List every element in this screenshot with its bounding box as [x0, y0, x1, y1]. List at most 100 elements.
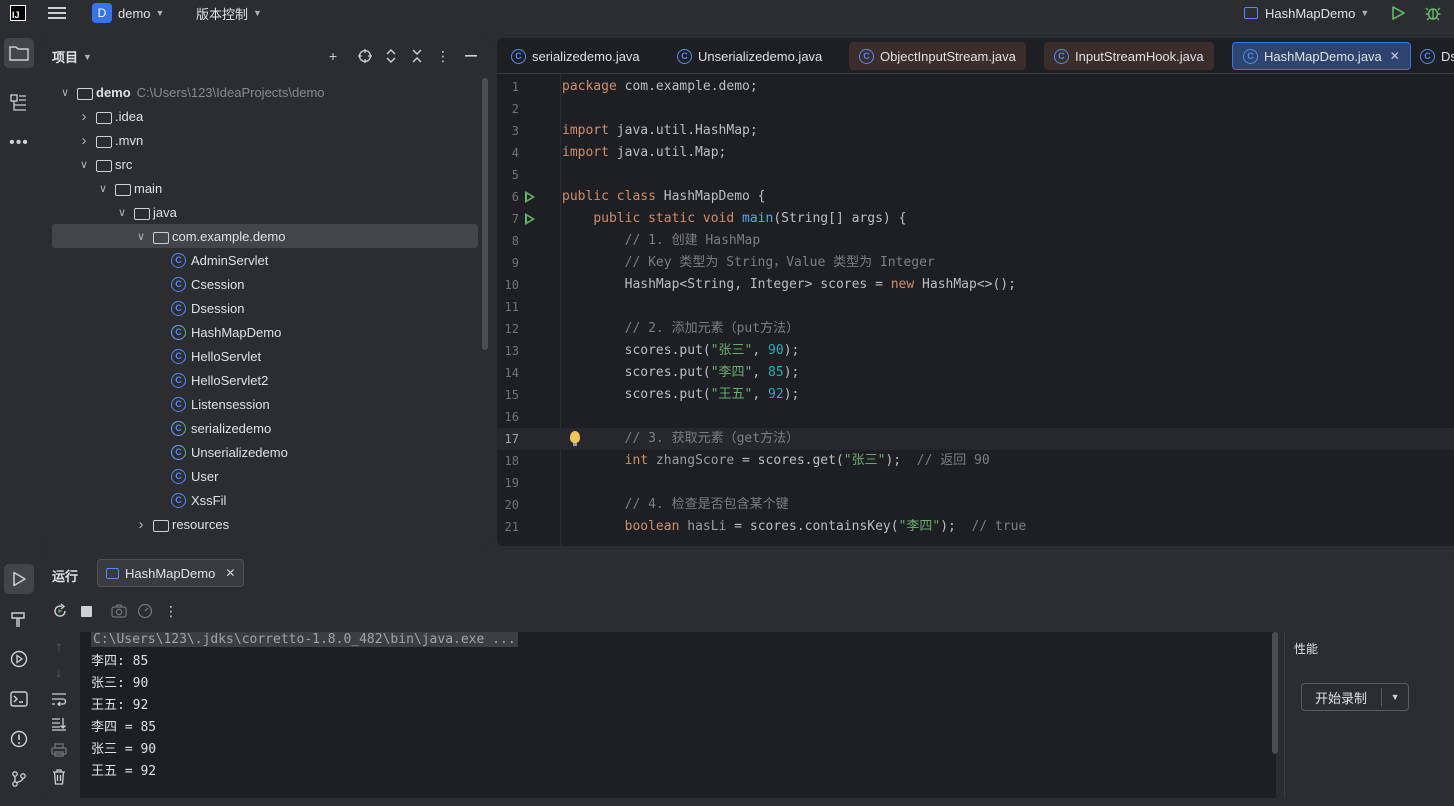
- tree-item[interactable]: C Listensession: [52, 392, 478, 416]
- project-view-selector[interactable]: 项目 ▼: [52, 47, 92, 66]
- tree-item[interactable]: C User: [52, 464, 478, 488]
- dump-threads-button[interactable]: [109, 601, 129, 621]
- module-path-hint: C:\Users\123\IdeaProjects\demo: [136, 84, 325, 100]
- project-badge: D: [92, 3, 112, 23]
- main-menu-button[interactable]: [48, 0, 66, 26]
- start-recording-button[interactable]: 开始录制 ▼: [1301, 683, 1409, 711]
- clear-console-button[interactable]: [49, 767, 69, 787]
- trash-icon: [53, 769, 65, 785]
- hamburger-icon: [48, 7, 66, 19]
- tree-item[interactable]: C HelloServlet2: [52, 368, 478, 392]
- more-icon: •••: [9, 134, 29, 151]
- class-icon: C: [1054, 48, 1069, 64]
- collapse-all-button[interactable]: [407, 46, 427, 66]
- code-text: int zhangScore = scores.get("张三"); // 返回…: [624, 453, 990, 468]
- tree-item[interactable]: › resources: [52, 512, 478, 536]
- tree-item[interactable]: Cserializedemo: [52, 416, 478, 440]
- chevron-down-icon[interactable]: ∨: [115, 206, 129, 219]
- tree-item[interactable]: C Unserializedemo: [52, 440, 478, 464]
- project-switcher[interactable]: D demo ▼: [92, 0, 164, 26]
- run-tab-label: HashMapDemo: [125, 565, 216, 581]
- tree-item[interactable]: C XssFil: [52, 488, 478, 512]
- run-tab-hashmapdemo[interactable]: HashMapDemo ✕: [97, 559, 245, 587]
- chevron-right-icon[interactable]: ›: [134, 516, 148, 533]
- run-gutter-icon[interactable]: [525, 191, 535, 203]
- locate-file-button[interactable]: [355, 46, 375, 66]
- rerun-button[interactable]: [50, 601, 70, 621]
- tree-item[interactable]: ∨ com.example.demo: [52, 224, 478, 248]
- line-number: 4: [511, 146, 519, 160]
- code-line: 9 // Key 类型为 String，Value 类型为 Integer: [497, 252, 1454, 274]
- chevron-down-icon[interactable]: ∨: [77, 158, 91, 171]
- tree-item[interactable]: ∨ src: [52, 152, 478, 176]
- chevron-down-icon[interactable]: ∨: [96, 182, 110, 195]
- tree-item[interactable]: C Csession: [52, 272, 478, 296]
- more-options-button[interactable]: ⋮: [161, 601, 181, 621]
- tab-inputstreamhook[interactable]: C InputStreamHook.java: [1044, 42, 1214, 70]
- console-scrollbar[interactable]: [1272, 632, 1278, 754]
- run-gutter-icon[interactable]: [525, 213, 535, 225]
- structure-tool-button[interactable]: [4, 88, 34, 118]
- code-text: package com.example.demo;: [562, 79, 758, 94]
- tab-serializedemo[interactable]: Cserializedemo.java: [501, 42, 650, 70]
- line-number: 11: [504, 300, 519, 314]
- kebab-icon: ⋮: [436, 47, 450, 64]
- debug-button[interactable]: [1425, 0, 1441, 26]
- chevron-down-icon[interactable]: ▼: [1382, 692, 1408, 702]
- problems-tool-button[interactable]: [4, 724, 34, 754]
- code-text: // Key 类型为 String，Value 类型为 Integer: [624, 255, 935, 270]
- git-tool-button[interactable]: [4, 764, 34, 794]
- tree-item[interactable]: › .mvn: [52, 128, 478, 152]
- tree-item[interactable]: › .idea: [52, 104, 478, 128]
- run-button[interactable]: [1391, 0, 1405, 26]
- hide-panel-button[interactable]: [461, 46, 481, 66]
- tree-item[interactable]: C HashMapDemo: [52, 320, 478, 344]
- tab-unserializedemo[interactable]: C Unserializedemo.java: [667, 42, 832, 70]
- profiler-button[interactable]: [135, 601, 155, 621]
- terminal-tool-button[interactable]: [4, 684, 34, 714]
- scroll-up-button[interactable]: ↑: [49, 636, 69, 656]
- line-number: 12: [504, 322, 519, 336]
- more-tools-button[interactable]: •••: [4, 128, 34, 158]
- run-tool-button[interactable]: [4, 564, 34, 594]
- services-tool-button[interactable]: [4, 644, 34, 674]
- chevron-right-icon[interactable]: ›: [77, 108, 91, 125]
- stop-button[interactable]: [76, 601, 96, 621]
- close-icon[interactable]: ✕: [225, 566, 235, 580]
- line-number: 15: [504, 388, 519, 402]
- options-button[interactable]: ⋮: [433, 46, 453, 66]
- scroll-down-button[interactable]: ↓: [49, 662, 69, 682]
- build-tool-button[interactable]: [4, 604, 34, 634]
- tree-item[interactable]: ∨ demo C:\Users\123\IdeaProjects\demo: [52, 80, 478, 104]
- tree-item[interactable]: C Dsession: [52, 296, 478, 320]
- soft-wrap-button[interactable]: [49, 689, 69, 709]
- run-panel-title: 运行: [52, 569, 79, 584]
- tab-ds[interactable]: C Ds: [1410, 42, 1454, 70]
- tree-item[interactable]: ∨ main: [52, 176, 478, 200]
- tab-hashmapdemo[interactable]: C HashMapDemo.java ✕: [1232, 42, 1411, 70]
- tree-item[interactable]: C AdminServlet: [52, 248, 478, 272]
- code-text: import java.util.Map;: [562, 145, 727, 160]
- vcs-menu[interactable]: 版本控制 ▼: [196, 0, 262, 26]
- expand-all-button[interactable]: [381, 46, 401, 66]
- performance-panel: 性能 开始录制 ▼: [1284, 632, 1454, 798]
- app-logo-icon[interactable]: IJ: [10, 0, 26, 26]
- tab-objectinputstream[interactable]: C ObjectInputStream.java: [849, 42, 1026, 70]
- project-tool-button[interactable]: [4, 38, 34, 68]
- scroll-to-end-button[interactable]: [49, 714, 69, 734]
- chevron-down-icon[interactable]: ∨: [58, 86, 72, 99]
- tree-item[interactable]: ∨ java: [52, 200, 478, 224]
- chevron-right-icon[interactable]: ›: [77, 132, 91, 149]
- tab-label: serializedemo.java: [532, 48, 640, 64]
- chevron-down-icon[interactable]: ∨: [134, 230, 148, 243]
- start-recording-label: 开始录制: [1315, 690, 1368, 706]
- close-icon[interactable]: ✕: [1390, 49, 1400, 63]
- console-line: 王五 = 92: [91, 764, 157, 779]
- new-file-button[interactable]: +: [323, 46, 343, 66]
- module-icon: [76, 86, 93, 100]
- console-output[interactable]: C:\Users\123\.jdks\corretto-1.8.0_482\bi…: [80, 632, 1278, 798]
- tree-item[interactable]: C HelloServlet: [52, 344, 478, 368]
- run-config-selector[interactable]: HashMapDemo ▼: [1244, 0, 1369, 26]
- tree-scrollbar[interactable]: [482, 78, 488, 350]
- print-button[interactable]: [49, 740, 69, 760]
